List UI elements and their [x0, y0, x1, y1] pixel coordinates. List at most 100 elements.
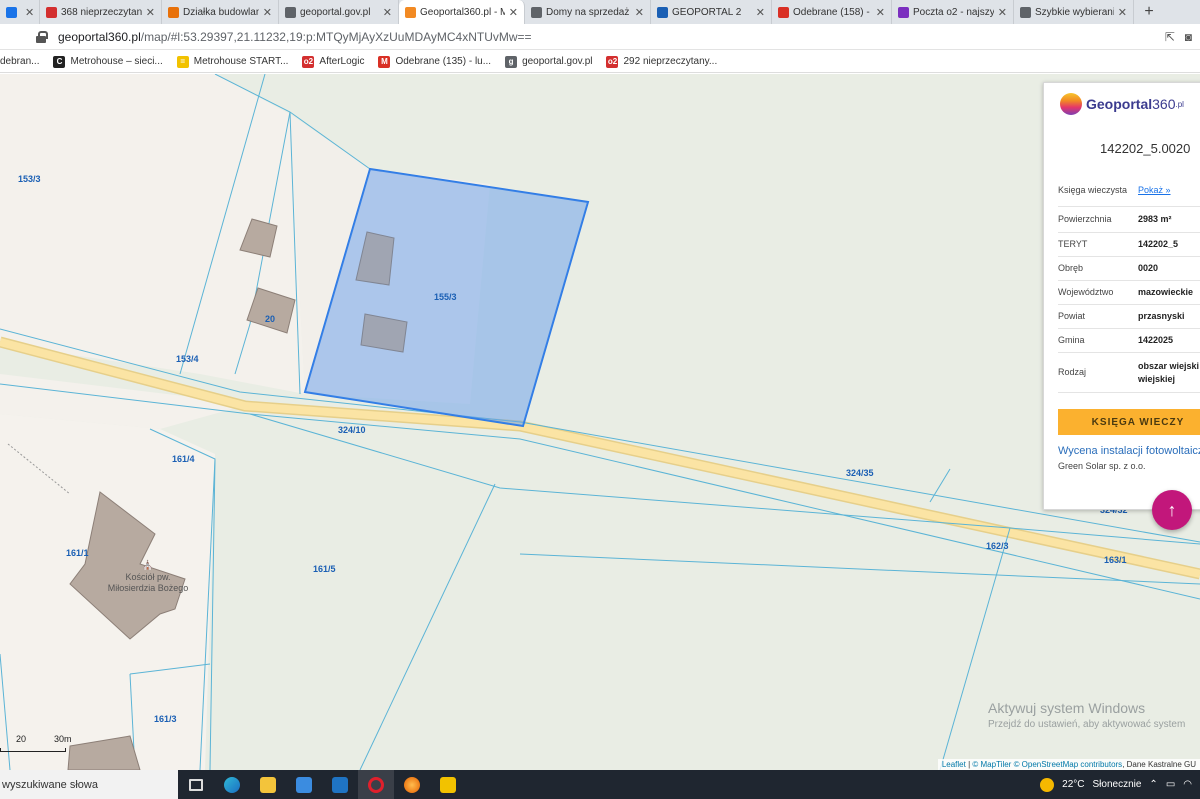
new-tab-button[interactable]: +	[1134, 0, 1164, 24]
store-icon[interactable]	[286, 770, 322, 799]
geoportal-logo[interactable]: Geoportal 360 .pl	[1060, 93, 1184, 115]
address-bar[interactable]: ⁞⁞ geoportal360.pl/map/#l:53.29397,21.11…	[0, 24, 1200, 50]
tab-label: 368 nieprzeczytanych	[61, 6, 142, 18]
osm-link[interactable]: © OpenStreetMap contributors	[1014, 760, 1123, 769]
bookmark-item[interactable]: o2 292 nieprzeczytany...	[606, 55, 717, 68]
opera-icon[interactable]	[358, 770, 394, 799]
attribute-value: 1422025	[1138, 335, 1174, 345]
map-svg	[0, 74, 1200, 770]
weather-desc[interactable]: Słonecznie	[1093, 779, 1142, 790]
tab-close-icon[interactable]: ✕	[383, 6, 392, 19]
attribute-value: obszar wiejski wiejskiej	[1138, 360, 1200, 384]
parcel-info-panel: Geoportal 360 .pl 142202_5.0020 Księga w…	[1043, 82, 1200, 510]
browser-tab[interactable]: Szybkie wybieranie ✕	[1014, 0, 1134, 24]
app-icon[interactable]	[430, 770, 466, 799]
globe-icon	[1060, 93, 1082, 115]
bookmark-item[interactable]: g geoportal.gov.pl	[505, 55, 592, 68]
browser-tab[interactable]: Odebrane (158) - lu ✕	[772, 0, 892, 24]
chevron-up-icon[interactable]: ⌃	[1149, 779, 1157, 790]
parcel-label[interactable]: 153/3	[18, 174, 41, 184]
firefox-icon[interactable]	[394, 770, 430, 799]
tab-close-icon[interactable]: ✕	[25, 6, 34, 19]
tab-label: Poczta o2 - najszyb	[913, 6, 994, 18]
maptiler-link[interactable]: © MapTiler	[972, 760, 1011, 769]
browser-tab[interactable]: GEOPORTAL 2 ✕	[651, 0, 772, 24]
parcel-label[interactable]: 162/3	[986, 541, 1009, 551]
parcel-label[interactable]: 161/4	[172, 454, 195, 464]
attribute-value: 2983 m²	[1138, 214, 1172, 224]
bookmark-icon: C	[53, 55, 66, 68]
lock-icon[interactable]	[36, 30, 48, 43]
tab-close-icon[interactable]: ✕	[635, 6, 644, 19]
map-canvas[interactable]: 153/3 155/3 20 153/4 324/10 161/4 324/35…	[0, 74, 1200, 770]
attribute-row: TERYT 142202_5	[1058, 233, 1200, 257]
parcel-label[interactable]: 163/1	[1104, 555, 1127, 565]
network-icon[interactable]: ▭	[1166, 779, 1175, 790]
share-icon[interactable]: ⇱	[1165, 30, 1175, 44]
bookmark-label: Metrohouse START...	[193, 56, 289, 67]
wifi-icon[interactable]: ◠	[1183, 779, 1192, 790]
weather-sun-icon[interactable]	[1040, 777, 1055, 792]
bookmark-icon: o2	[606, 55, 619, 68]
bookmark-item[interactable]: o2 AfterLogic	[302, 55, 364, 68]
tab-close-icon[interactable]: ✕	[146, 6, 155, 19]
leaflet-link[interactable]: Leaflet	[942, 760, 966, 769]
attribute-key: Księga wieczysta	[1058, 185, 1128, 195]
attribute-value: przasnyski	[1138, 311, 1185, 321]
logo-name: Geoportal	[1086, 96, 1153, 112]
attribute-row: Księga wieczysta Pokaż »	[1058, 175, 1200, 207]
attribute-value[interactable]: Pokaż »	[1138, 184, 1171, 197]
parcel-label[interactable]: 324/10	[338, 425, 366, 435]
taskbar-search-input[interactable]: wyszukiwane słowa	[0, 770, 178, 799]
weather-temp[interactable]: 22°C	[1062, 779, 1084, 790]
logo-number: 360	[1152, 96, 1176, 112]
browser-tab[interactable]: Działka budowlana ✕	[162, 0, 279, 24]
tab-close-icon[interactable]: ✕	[509, 6, 518, 19]
tab-label: Odebrane (158) - lu	[793, 6, 872, 18]
url-field[interactable]: geoportal360.pl/map/#l:53.29397,21.11232…	[58, 30, 532, 44]
browser-tab[interactable]: P - P✕	[0, 0, 40, 24]
bookmark-icon: =	[176, 55, 189, 68]
attribute-row: Województwo mazowieckie	[1058, 281, 1200, 305]
camera-icon[interactable]: ◙	[1185, 30, 1192, 44]
task-view-icon[interactable]	[178, 770, 214, 799]
browser-tab[interactable]: Geoportal360.pl - M ✕	[399, 0, 525, 24]
tab-favicon-icon	[1020, 6, 1031, 18]
tab-close-icon[interactable]: ✕	[756, 6, 765, 19]
tab-label: Geoportal360.pl - M	[420, 6, 505, 18]
promo-link[interactable]: Wycena instalacji fotowoltaicz	[1058, 445, 1200, 457]
attribute-value: 0020	[1138, 263, 1159, 273]
browser-tab[interactable]: 368 nieprzeczytanych ✕	[40, 0, 162, 24]
tab-favicon-icon	[285, 6, 296, 18]
parcel-label[interactable]: 324/35	[846, 468, 874, 478]
parcel-label[interactable]: 20	[265, 314, 275, 324]
tab-label: Szybkie wybieranie	[1035, 6, 1114, 18]
tab-favicon-icon	[405, 6, 416, 18]
file-explorer-icon[interactable]	[250, 770, 286, 799]
tab-label: GEOPORTAL 2	[672, 6, 742, 18]
land-register-button[interactable]: KSIĘGA WIECZY	[1058, 409, 1200, 435]
parcel-label[interactable]: 161/1	[66, 548, 89, 558]
tab-close-icon[interactable]: ✕	[876, 6, 885, 19]
browser-tab[interactable]: Poczta o2 - najszyb ✕	[892, 0, 1014, 24]
browser-tab[interactable]: Domy na sprzedaż S ✕	[525, 0, 651, 24]
tab-close-icon[interactable]: ✕	[1118, 6, 1127, 19]
parcel-label[interactable]: 161/3	[154, 714, 177, 724]
bookmark-item[interactable]: debran...	[0, 56, 39, 67]
scroll-up-button[interactable]: ↑	[1152, 490, 1192, 530]
apps-icon[interactable]: ⁞⁞	[0, 30, 10, 44]
windows-activation-watermark: Aktywuj system Windows Przejdź do ustawi…	[988, 700, 1185, 730]
tab-close-icon[interactable]: ✕	[998, 6, 1007, 19]
bookmark-item[interactable]: M Odebrane (135) - lu...	[378, 55, 491, 68]
bookmark-item[interactable]: C Metrohouse – sieci...	[53, 55, 163, 68]
browser-tab[interactable]: geoportal.gov.pl ✕	[279, 0, 399, 24]
edge-icon[interactable]	[214, 770, 250, 799]
tab-favicon-icon	[46, 6, 57, 18]
bookmark-item[interactable]: = Metrohouse START...	[176, 55, 289, 68]
attribute-key: Województwo	[1058, 287, 1114, 297]
parcel-label[interactable]: 161/5	[313, 564, 336, 574]
parcel-label[interactable]: 155/3	[434, 292, 457, 302]
tab-close-icon[interactable]: ✕	[263, 6, 272, 19]
mail-icon[interactable]	[322, 770, 358, 799]
parcel-label[interactable]: 153/4	[176, 354, 199, 364]
